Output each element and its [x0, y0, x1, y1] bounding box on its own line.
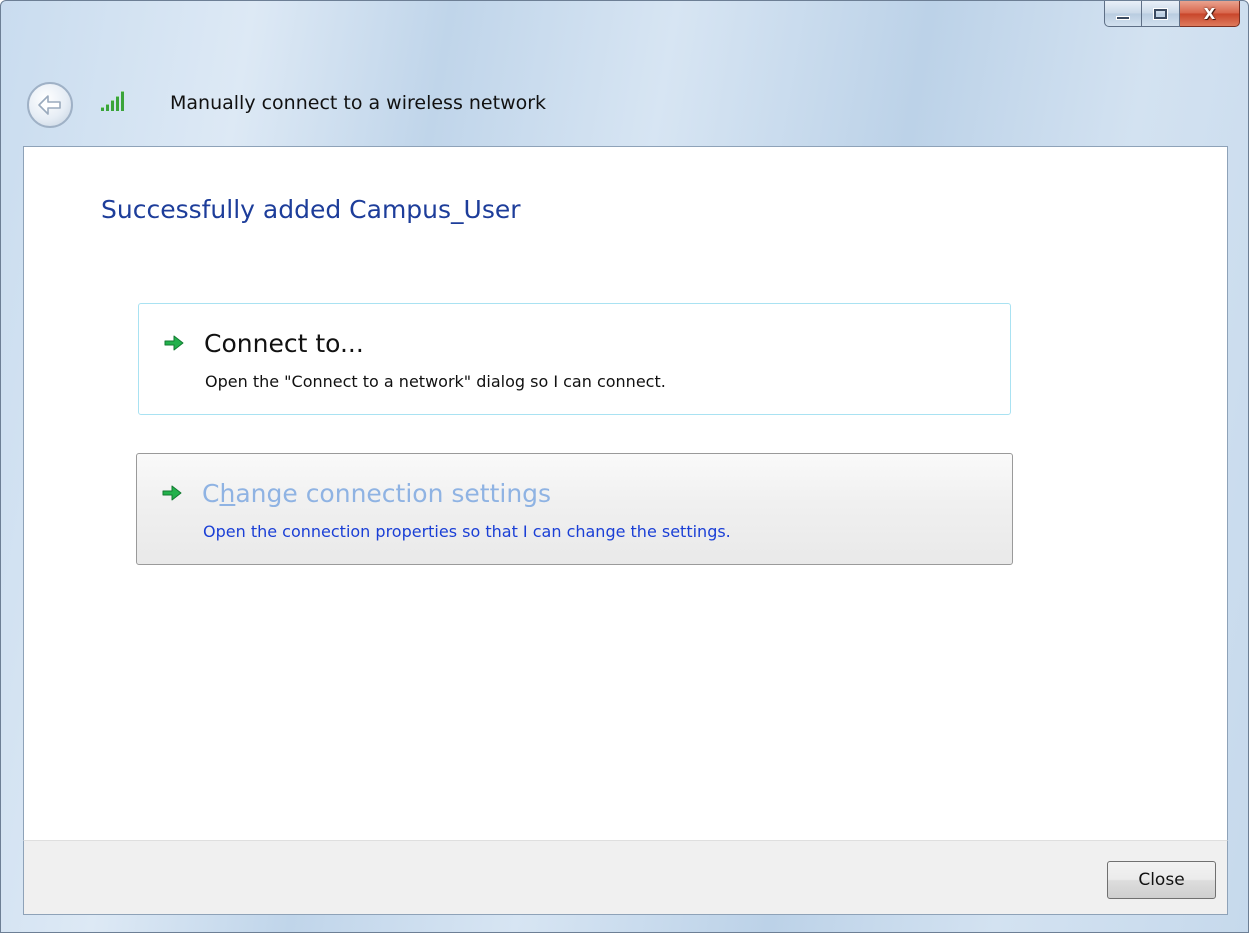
- wireless-signal-icon: [101, 91, 124, 111]
- connect-to-command-link[interactable]: Connect to... Open the "Connect to a net…: [138, 303, 1011, 415]
- change-connection-settings-command-link[interactable]: Change connection settings Open the conn…: [136, 453, 1013, 565]
- close-button[interactable]: Close: [1107, 861, 1216, 899]
- minimize-icon: [1116, 15, 1130, 20]
- window-title: Manually connect to a wireless network: [170, 92, 547, 114]
- green-arrow-icon: [162, 485, 182, 501]
- footer-bar: Close: [23, 840, 1228, 915]
- connect-to-title: Connect to...: [204, 329, 364, 358]
- wireless-setup-window: X Manually connect to a wireless network…: [0, 0, 1249, 933]
- title-bar: X Manually connect to a wireless network: [1, 1, 1248, 146]
- main-instruction: Successfully added Campus_User: [101, 195, 521, 224]
- minimize-button[interactable]: [1104, 1, 1142, 27]
- green-arrow-icon: [164, 335, 184, 351]
- close-window-button[interactable]: X: [1180, 1, 1240, 27]
- change-connection-settings-title: Change connection settings: [202, 479, 551, 508]
- caption-buttons: X: [1104, 1, 1240, 29]
- title-prefix: C: [202, 479, 220, 508]
- connect-to-description: Open the "Connect to a network" dialog s…: [205, 372, 666, 391]
- maximize-icon: [1153, 7, 1168, 20]
- content-area: Successfully added Campus_User Connect t…: [23, 146, 1228, 840]
- close-icon: X: [1203, 4, 1216, 23]
- maximize-button[interactable]: [1142, 1, 1180, 27]
- back-button[interactable]: [27, 82, 73, 128]
- back-arrow-icon: [38, 95, 61, 115]
- title-suffix: ange connection settings: [235, 479, 552, 508]
- mnemonic-letter: h: [219, 479, 236, 508]
- change-connection-settings-description: Open the connection properties so that I…: [203, 522, 731, 541]
